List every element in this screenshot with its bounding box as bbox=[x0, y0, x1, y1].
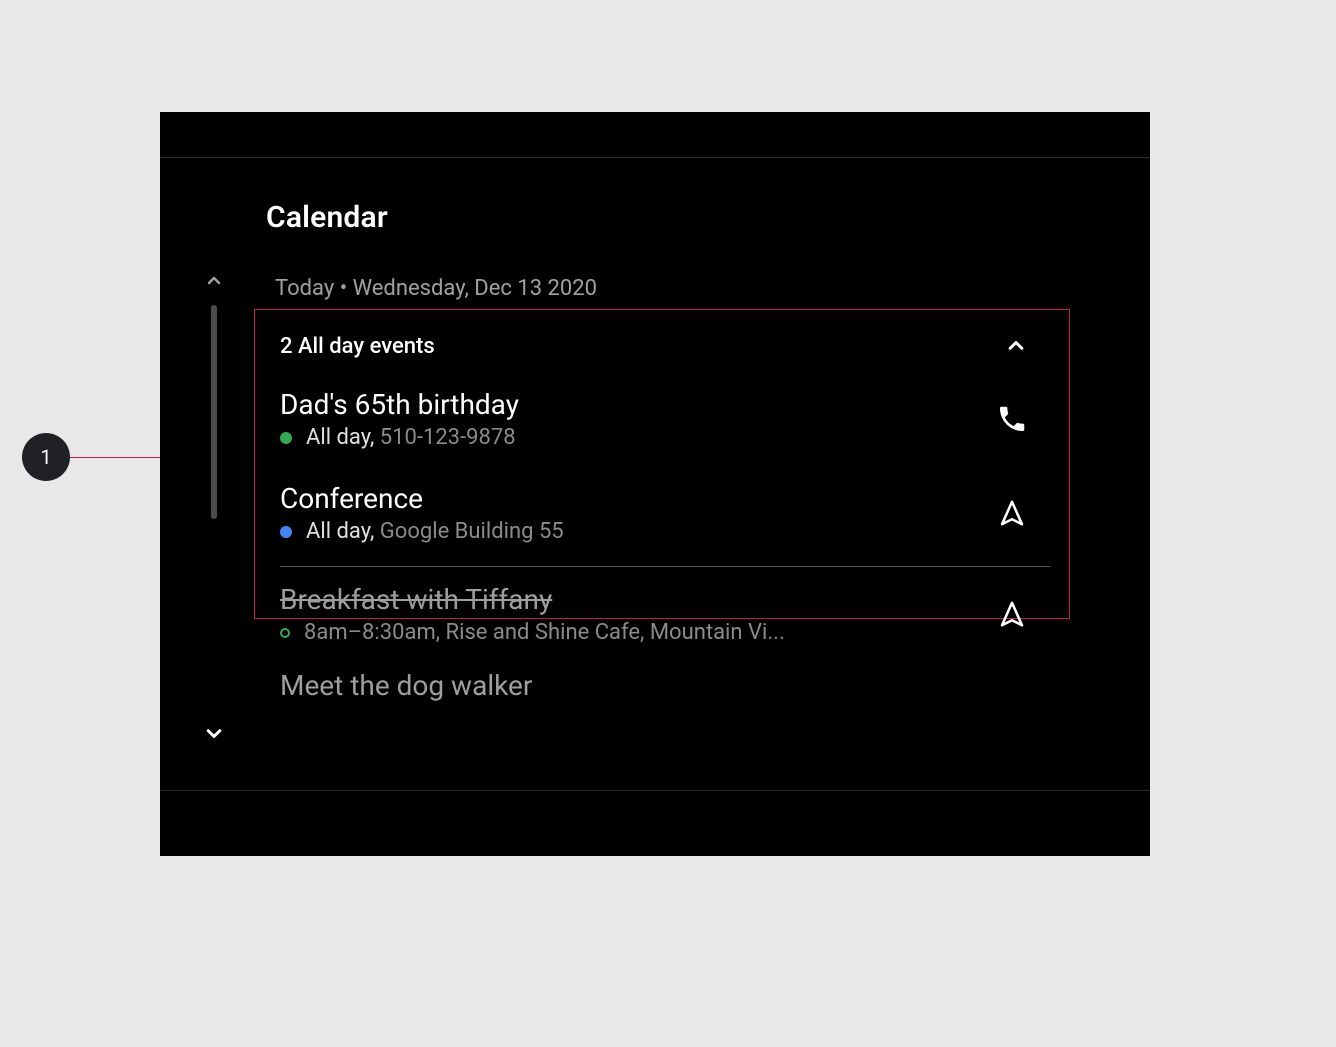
event-time: All day, bbox=[306, 425, 374, 450]
scroll-rail bbox=[196, 263, 232, 751]
scroll-thumb[interactable] bbox=[211, 305, 217, 519]
event-row[interactable]: Conference All day, Google Building 55 bbox=[280, 468, 1050, 562]
event-row[interactable]: Breakfast with Tiffany 8am–8:30am, Rise … bbox=[280, 577, 1050, 663]
chevron-down-icon bbox=[200, 719, 228, 747]
app-title: Calendar bbox=[266, 200, 388, 235]
event-meta: All day, Google Building 55 bbox=[306, 519, 564, 544]
navigate-button[interactable] bbox=[990, 592, 1034, 636]
event-row[interactable]: Meet the dog walker bbox=[280, 663, 1050, 724]
chevron-up-icon bbox=[202, 269, 226, 293]
event-detail: Rise and Shine Cafe, Mountain Vi... bbox=[446, 620, 785, 645]
collapse-all-day-button[interactable] bbox=[1002, 332, 1030, 360]
all-day-header[interactable]: 2 All day events bbox=[280, 318, 1050, 374]
annotation-label: 1 bbox=[40, 445, 51, 469]
calendar-color-dot bbox=[280, 628, 290, 638]
call-button[interactable] bbox=[990, 397, 1034, 441]
calendar-color-dot bbox=[280, 432, 292, 444]
event-time: All day, bbox=[306, 519, 374, 544]
bottom-bar bbox=[160, 790, 1150, 856]
scroll-up-button[interactable] bbox=[196, 263, 232, 299]
navigation-icon bbox=[997, 498, 1027, 528]
date-line: Today • Wednesday, Dec 13 2020 bbox=[275, 276, 597, 301]
event-title: Breakfast with Tiffany bbox=[280, 583, 990, 616]
event-title: Dad's 65th birthday bbox=[280, 388, 990, 421]
phone-icon bbox=[996, 403, 1028, 435]
event-meta: All day, 510-123-9878 bbox=[306, 425, 516, 450]
calendar-color-dot bbox=[280, 526, 292, 538]
event-title: Conference bbox=[280, 482, 990, 515]
event-list: 2 All day events Dad's 65th birthday All… bbox=[280, 318, 1050, 724]
navigation-icon bbox=[997, 599, 1027, 629]
event-title: Meet the dog walker bbox=[280, 669, 1050, 702]
navigate-button[interactable] bbox=[990, 491, 1034, 535]
event-meta: 8am–8:30am, Rise and Shine Cafe, Mountai… bbox=[304, 620, 785, 645]
annotation-badge: 1 bbox=[22, 433, 70, 481]
content-area: Calendar Today • Wednesday, Dec 13 2020 … bbox=[160, 158, 1150, 856]
device-frame: Calendar Today • Wednesday, Dec 13 2020 … bbox=[160, 112, 1150, 856]
scroll-down-button[interactable] bbox=[196, 715, 232, 751]
section-divider bbox=[280, 566, 1050, 567]
event-detail: Google Building 55 bbox=[380, 519, 564, 544]
event-row[interactable]: Dad's 65th birthday All day, 510-123-987… bbox=[280, 374, 1050, 468]
chevron-up-icon bbox=[1002, 332, 1030, 360]
event-time: 8am–8:30am, bbox=[304, 620, 440, 645]
event-detail: 510-123-9878 bbox=[380, 425, 516, 450]
status-bar bbox=[160, 112, 1150, 158]
all-day-header-label: 2 All day events bbox=[280, 334, 435, 359]
